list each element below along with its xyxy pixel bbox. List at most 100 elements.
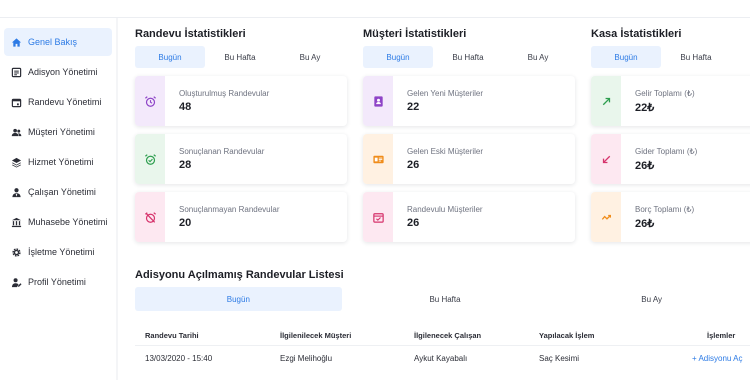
alarm-off-icon: [135, 192, 165, 242]
tab-today[interactable]: Bugün: [363, 46, 433, 68]
stat-card-value: 28: [179, 159, 192, 171]
tab-today[interactable]: Bugün: [591, 46, 661, 68]
tab-this-month[interactable]: Bu Ay: [503, 46, 573, 68]
sidebar-item-muhasebe[interactable]: Muhasebe Yönetimi: [4, 208, 112, 236]
tab-this-week[interactable]: Bu Hafta: [433, 46, 503, 68]
stat-card-label: Sonuçlanan Randevular: [179, 147, 265, 156]
row-divider: [135, 345, 750, 346]
layers-icon: [10, 156, 22, 168]
cash-stats: Kasa İstatistikleri Bugün Bu Hafta Gelir…: [591, 28, 750, 242]
stat-card-value: 26₺: [635, 217, 655, 230]
unbilled-list-tabs: Bugün Bu Hafta Bu Ay: [135, 287, 750, 311]
tab-today[interactable]: Bugün: [135, 287, 342, 311]
cell-customer: Ezgi Melihoğlu: [280, 354, 333, 363]
tab-this-week[interactable]: Bu Hafta: [661, 46, 731, 68]
home-icon: [10, 36, 22, 48]
sidebar: Genel Bakış Adisyon Yönetimi Randevu Yön…: [0, 18, 116, 380]
stat-card-value: 22: [407, 101, 420, 113]
column-header-date: Randevu Tarihi: [145, 331, 199, 340]
stat-card-label: Sonuçlanmayan Randevular: [179, 205, 280, 214]
calendar-icon: [10, 96, 22, 108]
main-content: Randevu İstatistikleri Bugün Bu Hafta Bu…: [118, 18, 750, 380]
sidebar-item-hizmet[interactable]: Hizmet Yönetimi: [4, 148, 112, 176]
alarm-clock-icon: [135, 76, 165, 126]
sidebar-item-adisyon[interactable]: Adisyon Yönetimi: [4, 58, 112, 86]
stat-card-value: 48: [179, 101, 192, 113]
sidebar-item-label: Hizmet Yönetimi: [28, 157, 94, 167]
top-bar: [0, 0, 750, 18]
cash-stats-tabs: Bugün Bu Hafta: [591, 46, 750, 68]
customer-stats-tabs: Bugün Bu Hafta Bu Ay: [363, 46, 575, 68]
stat-card-value: 26: [407, 217, 420, 229]
tab-this-week[interactable]: Bu Hafta: [205, 46, 275, 68]
stat-card-value: 26₺: [635, 159, 655, 172]
stat-card-debt-total[interactable]: Borç Toplamı (₺) 26₺: [591, 192, 750, 242]
sidebar-item-label: Profil Yönetimi: [28, 277, 86, 287]
stat-card-label: Gider Toplamı (₺): [635, 146, 698, 156]
stat-card-label: Randevulu Müşteriler: [407, 205, 483, 214]
tab-this-week[interactable]: Bu Hafta: [342, 287, 549, 311]
calendar-check-icon: [363, 192, 393, 242]
id-card-icon: [363, 134, 393, 184]
trend-wave-icon: [591, 192, 621, 242]
stat-card-unresolved-appointments[interactable]: Sonuçlanmayan Randevular 20: [135, 192, 347, 242]
user-tie-icon: [10, 186, 22, 198]
app-root: Genel Bakış Adisyon Yönetimi Randevu Yön…: [0, 0, 750, 380]
contact-book-icon: [363, 76, 393, 126]
appointment-stats: Randevu İstatistikleri Bugün Bu Hafta Bu…: [135, 28, 347, 242]
tab-this-month[interactable]: Bu Ay: [275, 46, 345, 68]
bank-icon: [10, 216, 22, 228]
stat-card-new-customers[interactable]: Gelen Yeni Müşteriler 22: [363, 76, 575, 126]
sidebar-item-label: Çalışan Yönetimi: [28, 187, 96, 197]
tab-today[interactable]: Bugün: [135, 46, 205, 68]
cell-service: Saç Kesimi: [539, 354, 580, 363]
cash-stats-title: Kasa İstatistikleri: [591, 28, 682, 40]
sidebar-item-randevu[interactable]: Randevu Yönetimi: [4, 88, 112, 116]
open-bill-button[interactable]: + Adisyonu Aç: [692, 354, 742, 363]
alarm-check-icon: [135, 134, 165, 184]
stat-card-created-appointments[interactable]: Oluşturulmuş Randevular 48: [135, 76, 347, 126]
arrow-up-right-icon: [591, 76, 621, 126]
sidebar-item-musteri[interactable]: Müşteri Yönetimi: [4, 118, 112, 146]
stat-card-value: 26: [407, 159, 420, 171]
stat-card-label: Borç Toplamı (₺): [635, 204, 695, 214]
unbilled-list-title: Adisyonu Açılmamış Randevular Listesi: [135, 269, 344, 281]
stat-card-value: 22₺: [635, 101, 655, 114]
profile-icon: [10, 276, 22, 288]
cell-date: 13/03/2020 - 15:40: [145, 354, 213, 363]
stat-card-appointed-customers[interactable]: Randevulu Müşteriler 26: [363, 192, 575, 242]
column-header-customer: İlgilenilecek Müşteri: [280, 331, 352, 340]
stat-card-value: 20: [179, 217, 192, 229]
gear-icon: [10, 246, 22, 258]
arrow-down-left-icon: [591, 134, 621, 184]
sidebar-item-profil[interactable]: Profil Yönetimi: [4, 268, 112, 296]
sidebar-item-label: Genel Bakış: [28, 37, 78, 47]
appointment-stats-tabs: Bugün Bu Hafta Bu Ay: [135, 46, 347, 68]
sidebar-item-label: İşletme Yönetimi: [28, 247, 95, 257]
stat-card-label: Gelen Eski Müşteriler: [407, 147, 484, 156]
customer-stats: Müşteri İstatistikleri Bugün Bu Hafta Bu…: [363, 28, 575, 242]
cell-employee: Aykut Kayabalı: [414, 354, 468, 363]
customer-stats-title: Müşteri İstatistikleri: [363, 28, 467, 40]
stat-card-returning-customers[interactable]: Gelen Eski Müşteriler 26: [363, 134, 575, 184]
sidebar-item-label: Muhasebe Yönetimi: [28, 217, 108, 227]
stat-card-expense-total[interactable]: Gider Toplamı (₺) 26₺: [591, 134, 750, 184]
tab-this-month[interactable]: Bu Ay: [548, 287, 750, 311]
column-header-actions: İşlemler: [707, 331, 736, 340]
sidebar-item-genel-bakis[interactable]: Genel Bakış: [4, 28, 112, 56]
stat-card-label: Oluşturulmuş Randevular: [179, 89, 270, 98]
users-icon: [10, 126, 22, 138]
sidebar-item-label: Adisyon Yönetimi: [28, 67, 98, 77]
stat-card-label: Gelir Toplamı (₺): [635, 88, 695, 98]
stat-card-income-total[interactable]: Gelir Toplamı (₺) 22₺: [591, 76, 750, 126]
appointment-stats-title: Randevu İstatistikleri: [135, 28, 246, 40]
stat-card-completed-appointments[interactable]: Sonuçlanan Randevular 28: [135, 134, 347, 184]
sidebar-item-label: Müşteri Yönetimi: [28, 127, 95, 137]
receipt-icon: [10, 66, 22, 78]
column-header-service: Yapılacak İşlem: [539, 331, 595, 340]
sidebar-item-calisan[interactable]: Çalışan Yönetimi: [4, 178, 112, 206]
sidebar-item-isletme[interactable]: İşletme Yönetimi: [4, 238, 112, 266]
stat-card-label: Gelen Yeni Müşteriler: [407, 89, 484, 98]
column-header-employee: İlgilenecek Çalışan: [414, 331, 482, 340]
sidebar-item-label: Randevu Yönetimi: [28, 97, 102, 107]
